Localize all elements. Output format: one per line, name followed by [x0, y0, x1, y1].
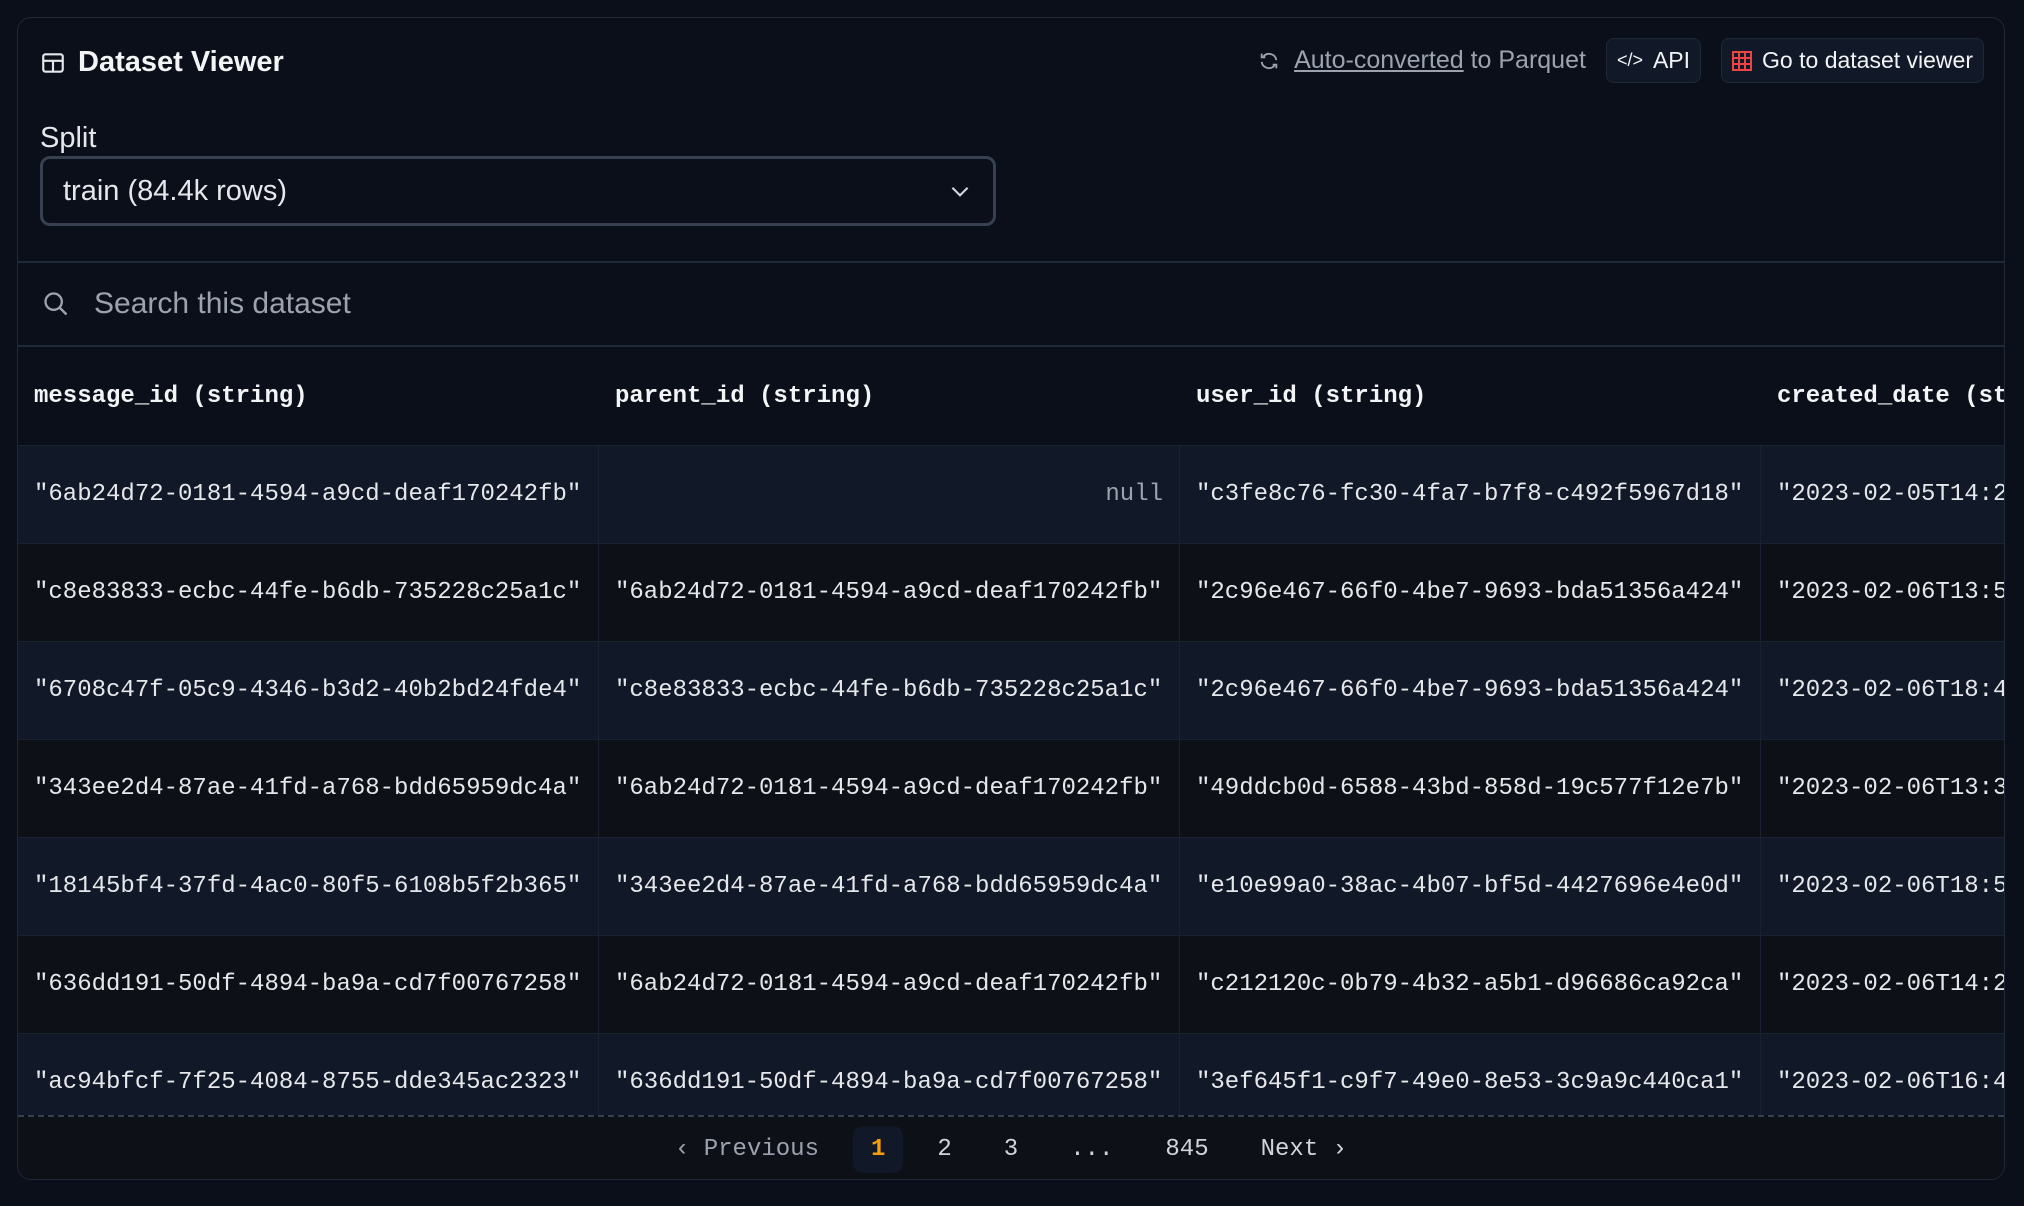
go-to-dataset-viewer-button[interactable]: Go to dataset viewer	[1721, 38, 1984, 83]
previous-label: Previous	[703, 1135, 819, 1163]
previous-page-button[interactable]: ‹ Previous	[657, 1126, 837, 1173]
chevron-right-icon: ›	[1318, 1135, 1348, 1163]
code-icon: </>	[1616, 50, 1643, 70]
table-row[interactable]: "343ee2d4-87ae-41fd-a768-bdd65959dc4a" "6…	[18, 739, 2004, 837]
api-label: API	[1652, 47, 1691, 73]
column-header[interactable]: user_id (string)	[1180, 347, 1761, 445]
page-button[interactable]: 845	[1147, 1126, 1226, 1173]
next-page-button[interactable]: Next ›	[1243, 1126, 1365, 1173]
table-row[interactable]: "6ab24d72-0181-4594-a9cd-deaf170242fb" nu…	[18, 445, 2004, 543]
page-button[interactable]: 3	[986, 1126, 1036, 1173]
table-cell: "6ab24d72-0181-4594-a9cd-deaf170242fb"	[18, 446, 599, 543]
go-label: Go to dataset viewer	[1762, 47, 1973, 73]
page-title: Dataset Viewer	[78, 46, 284, 78]
table-cell: "2023-02-06T18:5	[1761, 838, 2004, 935]
table-cell: "6708c47f-05c9-4346-b3d2-40b2bd24fde4"	[18, 642, 599, 739]
chevron-down-icon	[951, 186, 969, 197]
table-icon	[42, 52, 64, 73]
auto-converted-link[interactable]: Auto-converted	[1294, 46, 1464, 74]
table-cell: "c3fe8c76-fc30-4fa7-b7f8-c492f5967d18"	[1180, 446, 1761, 543]
table-cell: "2023-02-06T13:5	[1761, 544, 2004, 641]
data-table: message_id (string) parent_id (string) use…	[18, 347, 2004, 1131]
table-cell: "49ddcb0d-6588-43bd-858d-19c577f12e7b"	[1180, 740, 1761, 837]
table-cell: "6ab24d72-0181-4594-a9cd-deaf170242fb"	[599, 544, 1180, 641]
page-button[interactable]: 1	[852, 1125, 904, 1173]
grid-icon	[1732, 50, 1753, 71]
table-cell: "6ab24d72-0181-4594-a9cd-deaf170242fb"	[599, 936, 1180, 1033]
page-button[interactable]: 2	[919, 1126, 969, 1173]
table-cell: "2c96e467-66f0-4be7-9693-bda51356a424"	[1180, 544, 1761, 641]
table-row[interactable]: "6708c47f-05c9-4346-b3d2-40b2bd24fde4" "c…	[18, 641, 2004, 739]
table-cell: "e10e99a0-38ac-4b07-bf5d-4427696e4e0d"	[1180, 838, 1761, 935]
table-header-row: message_id (string) parent_id (string) use…	[18, 347, 2004, 445]
next-label: Next	[1260, 1135, 1319, 1163]
table-cell: "343ee2d4-87ae-41fd-a768-bdd65959dc4a"	[599, 838, 1180, 935]
table-cell: "2023-02-05T14:2	[1761, 446, 2004, 543]
pagination-ellipsis: ...	[1070, 1135, 1114, 1163]
table-cell: "2023-02-06T14:2	[1761, 936, 2004, 1033]
table-cell: "c8e83833-ecbc-44fe-b6db-735228c25a1c"	[18, 544, 599, 641]
chevron-left-icon: ‹	[674, 1135, 704, 1163]
column-header[interactable]: created_date (st	[1761, 347, 2004, 445]
parquet-label: to Parquet	[1463, 46, 1586, 74]
table-cell: "c8e83833-ecbc-44fe-b6db-735228c25a1c"	[599, 642, 1180, 739]
split-select[interactable]: train (84.4k rows)	[40, 156, 996, 226]
search-input[interactable]: Search this dataset	[94, 287, 351, 321]
table-row[interactable]: "636dd191-50df-4894-ba9a-cd7f00767258" "6…	[18, 935, 2004, 1033]
viewer-header: Dataset Viewer	[40, 46, 284, 79]
split-label: Split	[40, 122, 97, 154]
api-button[interactable]: </> API	[1605, 38, 1702, 83]
table-cell: "c212120c-0b79-4b32-a5b1-d96686ca92ca"	[1180, 936, 1761, 1033]
search-icon	[44, 292, 68, 316]
table-cell: "2023-02-06T13:3	[1761, 740, 2004, 837]
table-cell: "636dd191-50df-4894-ba9a-cd7f00767258"	[18, 936, 599, 1033]
split-value: train (84.4k rows)	[63, 174, 288, 207]
table-row[interactable]: "c8e83833-ecbc-44fe-b6db-735228c25a1c" "6…	[18, 543, 2004, 641]
search-bar[interactable]: Search this dataset	[18, 261, 2004, 347]
dataset-viewer-card: Dataset Viewer Auto-converted to Parquet…	[17, 17, 2005, 1180]
table-cell: "343ee2d4-87ae-41fd-a768-bdd65959dc4a"	[18, 740, 599, 837]
column-header[interactable]: parent_id (string)	[599, 347, 1180, 445]
column-header[interactable]: message_id (string)	[18, 347, 599, 445]
table-cell: "2c96e467-66f0-4be7-9693-bda51356a424"	[1180, 642, 1761, 739]
pagination: ‹ Previous 1 2 3... 845 Next ›	[18, 1115, 2004, 1179]
table-cell: null	[599, 446, 1180, 543]
table-cell: "2023-02-06T18:4	[1761, 642, 2004, 739]
refresh-icon	[1260, 52, 1278, 69]
table-cell: "18145bf4-37fd-4ac0-80f5-6108b5f2b365"	[18, 838, 599, 935]
table-row[interactable]: "18145bf4-37fd-4ac0-80f5-6108b5f2b365" "3…	[18, 837, 2004, 935]
table-cell: "6ab24d72-0181-4594-a9cd-deaf170242fb"	[599, 740, 1180, 837]
